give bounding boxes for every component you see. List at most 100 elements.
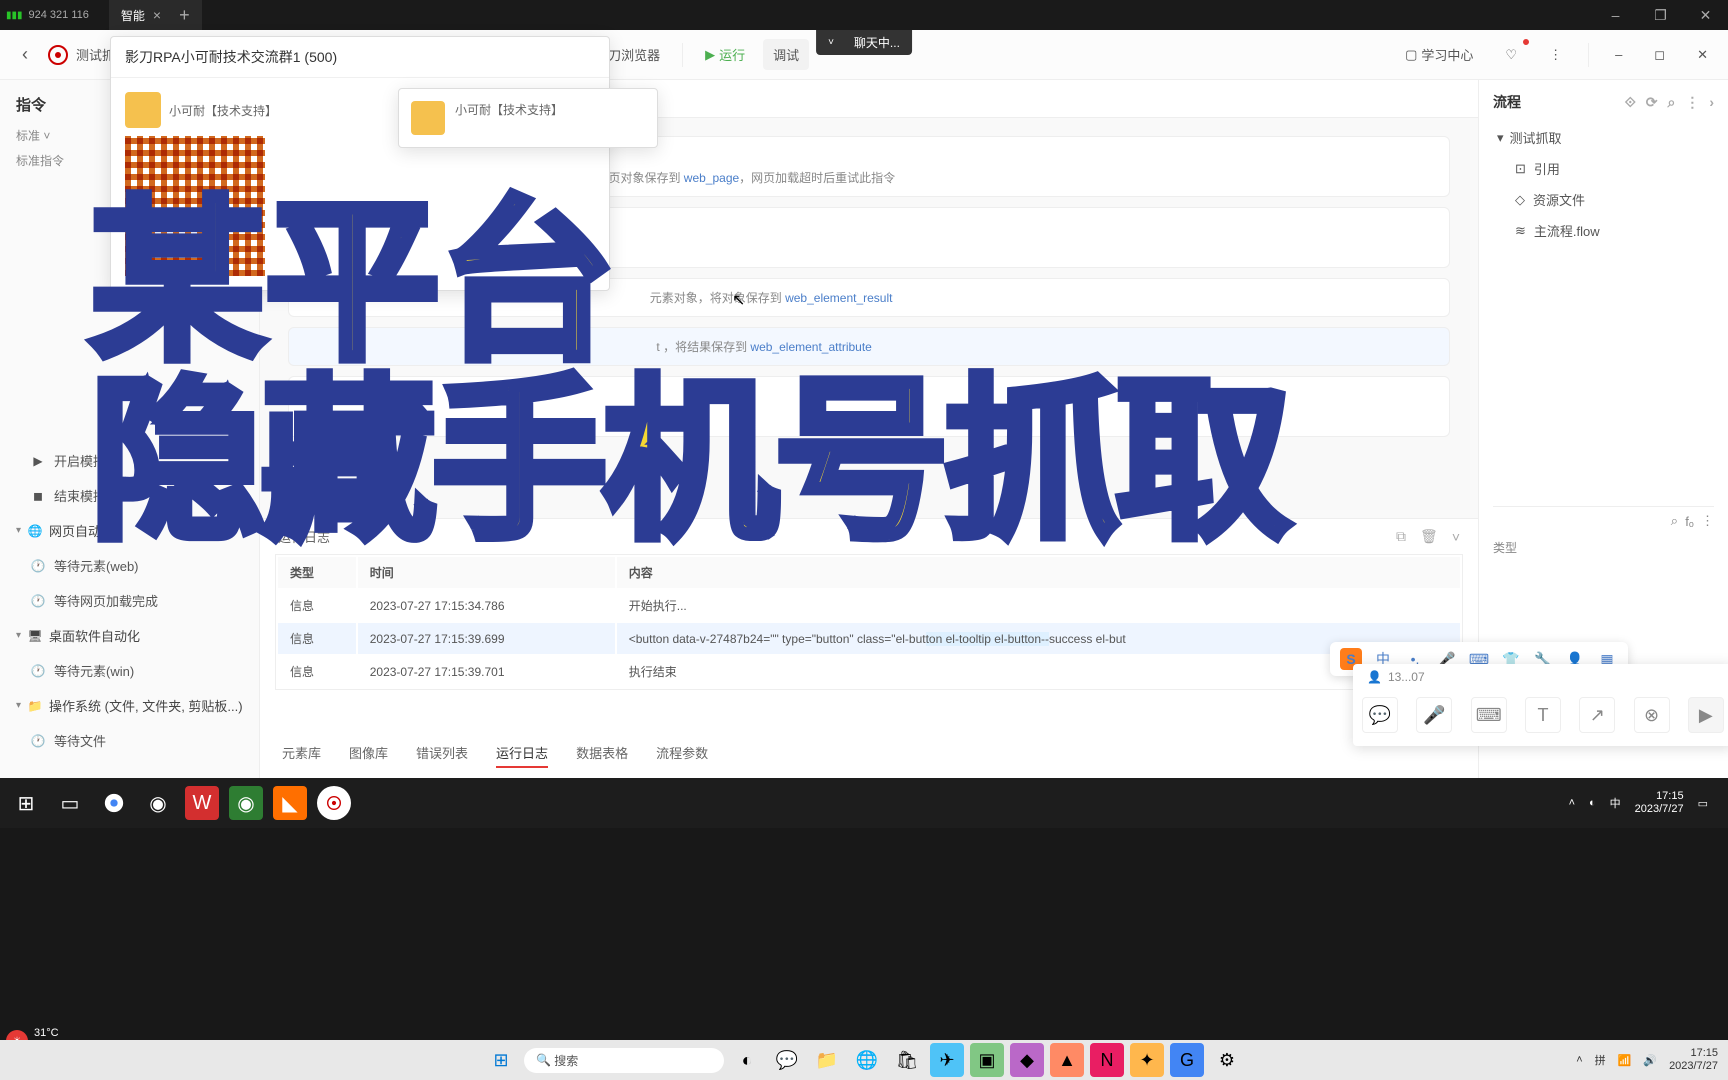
wechat-icon[interactable]: ◉ xyxy=(229,786,263,820)
notification-button[interactable]: ♡ xyxy=(1495,41,1527,69)
user-icon: 👤 xyxy=(1367,670,1382,684)
chat-popup[interactable]: 影刀RPA小可耐技术交流群1 (500) 小可耐【技术支持】 xyxy=(110,36,610,291)
search-box[interactable]: 🔍 搜索 xyxy=(524,1048,724,1073)
edge-icon[interactable]: ◉ xyxy=(136,781,180,825)
step-get-attr[interactable]: t ，将结果保存到 web_element_attribute xyxy=(288,327,1450,366)
chevron-down-icon[interactable]: ˅ xyxy=(1452,529,1460,545)
tab-add-icon[interactable]: + xyxy=(179,5,190,26)
tab-datatable[interactable]: 数据表格 xyxy=(576,743,628,768)
fn-icon[interactable]: fₒ xyxy=(1685,514,1694,529)
rec-text-button[interactable]: T xyxy=(1525,697,1561,733)
rec-export-button[interactable]: ↗ xyxy=(1579,697,1615,733)
col-content: 内容 xyxy=(617,557,1460,588)
tree-root[interactable]: ▾测试抓取 xyxy=(1493,122,1714,153)
explorer-icon[interactable]: 📁 xyxy=(810,1043,844,1077)
app-minimize-button[interactable]: – xyxy=(1605,41,1632,68)
learn-center-button[interactable]: ▢ 学习中心 xyxy=(1395,39,1483,70)
task-view-button[interactable]: ▭ xyxy=(48,781,92,825)
rec-mic-button[interactable]: 🎤 xyxy=(1416,697,1452,733)
minimize-button[interactable]: – xyxy=(1593,0,1638,30)
wps-icon[interactable]: W xyxy=(185,786,219,820)
tab-params[interactable]: 流程参数 xyxy=(656,743,708,768)
close-button[interactable]: ✕ xyxy=(1683,0,1728,30)
signal-icon: ▮▮▮ xyxy=(6,10,23,21)
back-icon[interactable]: ‹ xyxy=(10,44,40,65)
tree-item-res[interactable]: ◇资源文件 xyxy=(1493,184,1714,215)
tree-item-ref[interactable]: ⊡引用 xyxy=(1493,153,1714,184)
link-icon[interactable]: ⟐ xyxy=(1625,94,1636,111)
tree-item-flow[interactable]: ≋主流程.flow xyxy=(1493,215,1714,246)
sidebar-item-wait-load[interactable]: 🕐等待网页加载完成 xyxy=(0,583,259,618)
maximize-button[interactable]: ❐ xyxy=(1638,0,1683,30)
chat-popup-secondary[interactable]: 小可耐【技术支持】 xyxy=(398,88,658,148)
copy-icon[interactable]: ⧉ xyxy=(1396,528,1406,545)
sidebar-item-wait-win[interactable]: 🕐等待元素(win) xyxy=(0,653,259,688)
tray-clock[interactable]: 17:152023/7/27 xyxy=(1635,790,1684,816)
rec-play-button[interactable]: ▶ xyxy=(1688,697,1724,733)
tab-errors[interactable]: 错误列表 xyxy=(416,743,468,768)
tab-runlog[interactable]: 运行日志 xyxy=(496,743,548,768)
tray-notif-icon[interactable]: ▭ xyxy=(1698,797,1708,810)
app-icon-7[interactable]: G xyxy=(1170,1043,1204,1077)
app-icon-3[interactable]: ◆ xyxy=(1010,1043,1044,1077)
tray-lang[interactable]: 中 xyxy=(1610,795,1621,811)
app-icon-orange[interactable]: ◣ xyxy=(273,786,307,820)
chevron-right-icon[interactable]: › xyxy=(1709,94,1714,111)
tray-wifi-icon[interactable]: 📶 xyxy=(1618,1054,1632,1067)
sidebar-item-start-sim[interactable]: ▶开启模拟 xyxy=(0,443,259,478)
start-button-2[interactable]: ⊞ xyxy=(484,1043,518,1077)
tray-lang-icon[interactable]: 拼 xyxy=(1595,1052,1606,1068)
tab-close-icon[interactable]: × xyxy=(153,7,161,23)
tray-clock-2[interactable]: 17:152023/7/27 xyxy=(1669,1047,1718,1073)
start-button[interactable]: ⊞ xyxy=(4,781,48,825)
chat-user-name: 小可耐【技术支持】 xyxy=(169,102,277,119)
debug-button[interactable]: 调试 xyxy=(763,39,809,70)
rec-cancel-button[interactable]: ⊗ xyxy=(1634,697,1670,733)
tray-chevron-icon-2[interactable]: ˄ xyxy=(1576,1054,1582,1066)
tray-sync-icon[interactable]: ◐ xyxy=(1589,797,1596,809)
log-table: 类型 时间 内容 信息2023-07-27 17:15:34.786开始执行..… xyxy=(275,554,1463,690)
sidebar-group-os[interactable]: ▾📁操作系统 (文件, 文件夹, 剪贴板...) xyxy=(0,688,259,723)
tray-volume-icon[interactable]: 🔊 xyxy=(1643,1054,1657,1067)
app-close-button[interactable]: ✕ xyxy=(1687,41,1718,69)
log-row[interactable]: 信息2023-07-27 17:15:39.699<button data-v-… xyxy=(278,623,1460,654)
refresh-icon[interactable]: ⟳ xyxy=(1646,94,1658,111)
sidebar-group-desktop[interactable]: ▾🖥桌面软件自动化 xyxy=(0,618,259,653)
store-icon[interactable]: 🛍 xyxy=(890,1043,924,1077)
more-menu-button[interactable]: ⋮ xyxy=(1539,41,1572,69)
trash-icon[interactable]: 🗑 xyxy=(1420,528,1438,545)
sidebar-item-wait-web[interactable]: 🕐等待元素(web) xyxy=(0,548,259,583)
sidebar-item-end-sim[interactable]: ◼结束模拟 xyxy=(0,478,259,513)
chrome-icon[interactable] xyxy=(92,781,136,825)
app-maximize-button[interactable]: ◻ xyxy=(1644,41,1675,69)
sidebar-item-wait-file[interactable]: 🕐等待文件 xyxy=(0,723,259,758)
yingdao-icon[interactable] xyxy=(317,786,351,820)
tray-chevron-icon[interactable]: ˄ xyxy=(1569,797,1575,809)
tab-elements[interactable]: 元素库 xyxy=(282,743,321,768)
app-icon-8[interactable]: ⚙ xyxy=(1210,1043,1244,1077)
app-icon-5[interactable]: N xyxy=(1090,1043,1124,1077)
search-icon[interactable]: ⌕ xyxy=(1671,513,1678,529)
app-icon-1[interactable]: ✈ xyxy=(930,1043,964,1077)
rec-keyboard-button[interactable]: ⌨ xyxy=(1471,697,1507,733)
app-icon-4[interactable]: ▲ xyxy=(1050,1043,1084,1077)
rec-chat-button[interactable]: 💬 xyxy=(1362,697,1398,733)
app-icon-2[interactable]: ▣ xyxy=(970,1043,1004,1077)
sidebar-group-web[interactable]: ▾🌐网页自动化 xyxy=(0,513,259,548)
globe-icon: 🌐 xyxy=(27,523,43,539)
browser-tab[interactable]: 智能 × + xyxy=(109,0,202,30)
taskview-icon[interactable]: ◐ xyxy=(730,1043,764,1077)
recorder-toolbar[interactable]: 👤13...07 💬 🎤 ⌨ T ↗ ⊗ ▶ › xyxy=(1353,664,1728,746)
more-icon[interactable]: ⋮ xyxy=(1685,94,1699,111)
step-log[interactable]: ▤印日志 日志 ( xyxy=(288,376,1450,437)
chat-icon[interactable]: 💬 xyxy=(770,1043,804,1077)
edge-icon-2[interactable]: 🌐 xyxy=(850,1043,884,1077)
chat-dropdown[interactable]: ˅ 聊天中... xyxy=(816,30,912,55)
log-row[interactable]: 信息2023-07-27 17:15:39.701执行结束 xyxy=(278,656,1460,687)
log-row[interactable]: 信息2023-07-27 17:15:34.786开始执行... xyxy=(278,590,1460,621)
run-button[interactable]: ▶ 运行 xyxy=(695,39,755,70)
more-icon[interactable]: ⋮ xyxy=(1701,513,1714,529)
search-icon[interactable]: ⌕ xyxy=(1667,94,1675,111)
tab-images[interactable]: 图像库 xyxy=(349,743,388,768)
app-icon-6[interactable]: ✦ xyxy=(1130,1043,1164,1077)
